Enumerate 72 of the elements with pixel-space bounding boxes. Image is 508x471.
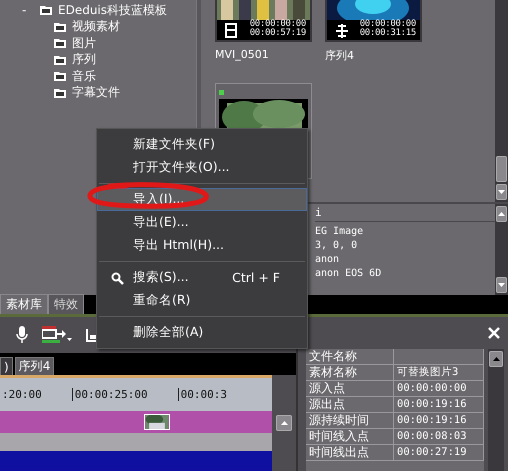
folder-icon bbox=[54, 38, 66, 48]
clip-thumbnail[interactable]: 00:00:00:00 00:00:57:19 bbox=[215, 0, 312, 42]
property-value: 00:00:08:03 bbox=[394, 429, 484, 445]
clip-timecode: 00:00:00:00 00:00:57:19 bbox=[250, 20, 306, 38]
property-name: 素材名称 bbox=[306, 365, 394, 381]
sequence-tab[interactable]: ) bbox=[0, 357, 13, 375]
scrollbar[interactable] bbox=[495, 0, 508, 202]
folder-label[interactable]: 视频素材 bbox=[72, 18, 120, 36]
microphone-icon bbox=[16, 326, 28, 344]
menu-item[interactable]: 重命名(R) bbox=[97, 289, 307, 312]
property-value: 00:00:19:16 bbox=[394, 413, 484, 429]
shortcut-text: Ctrl + F bbox=[232, 270, 280, 285]
audio-track[interactable] bbox=[0, 433, 272, 451]
close-icon[interactable] bbox=[488, 327, 500, 339]
down-arrow-icon bbox=[498, 190, 505, 194]
property-text: 3, 0, 0 bbox=[315, 239, 358, 253]
up-arrow-icon bbox=[498, 212, 505, 216]
property-name: 时间线出点 bbox=[306, 445, 394, 461]
clip-timecode: 00:00:00:00 00:00:31:15 bbox=[360, 20, 416, 38]
panel-tab[interactable]: 素材库 bbox=[0, 294, 48, 314]
property-value: 00:00:27:19 bbox=[394, 445, 484, 461]
property-name: 源入点 bbox=[306, 381, 394, 397]
folder-icon bbox=[54, 54, 66, 65]
title-track[interactable] bbox=[0, 451, 272, 471]
up-arrow-icon bbox=[492, 357, 500, 361]
sequence-tab[interactable]: 序列4 bbox=[14, 357, 54, 375]
folder-label[interactable]: 字幕文件 bbox=[72, 84, 120, 102]
property-name: 时间线入点 bbox=[306, 429, 394, 445]
folder-label[interactable]: EDeduis科技蓝模板 bbox=[58, 2, 168, 19]
ruler-label: 00:00:25:00 bbox=[72, 388, 148, 401]
property-value: 可替换图片3 bbox=[394, 365, 484, 381]
folder-label[interactable]: 序列 bbox=[72, 51, 96, 68]
panel-tab[interactable]: 特效 bbox=[48, 294, 84, 314]
ruler-label: 00:00:3 bbox=[178, 388, 227, 401]
ruler-label: :20:00 bbox=[1, 388, 42, 401]
property-value: 00:00:19:16 bbox=[394, 397, 484, 413]
menu-item[interactable]: 搜索(S)... Ctrl + F bbox=[97, 266, 307, 289]
up-arrow-icon bbox=[280, 421, 288, 425]
column-header: i bbox=[315, 206, 322, 219]
film-icon bbox=[225, 23, 237, 38]
down-arrow-icon bbox=[498, 283, 505, 287]
folder-label[interactable]: 图片 bbox=[72, 34, 96, 52]
menu-item[interactable]: 打开文件夹(O)... bbox=[97, 156, 307, 179]
menu-item[interactable]: 导出(E)... bbox=[97, 211, 307, 234]
clip-thumbnail[interactable]: 00:00:00:00 00:00:31:15 bbox=[325, 0, 422, 42]
property-text: anon bbox=[315, 253, 340, 267]
sequence-icon bbox=[335, 24, 349, 38]
collapse-toggle[interactable]: - bbox=[22, 3, 34, 18]
scrollbar[interactable] bbox=[495, 204, 508, 295]
scroll-thumb[interactable] bbox=[496, 156, 507, 182]
property-name: 源持续时间 bbox=[306, 413, 394, 429]
time-ruler[interactable]: :20:00 00:00:25:00 00:00:3 bbox=[0, 375, 272, 411]
folder-icon bbox=[40, 5, 52, 16]
property-value: 00:00:00:00 bbox=[394, 381, 484, 397]
menu-label: 搜索(S)... bbox=[133, 269, 189, 286]
menu-item[interactable]: 删除全部(A) bbox=[97, 321, 307, 344]
clip-name: 序列4 bbox=[325, 48, 355, 63]
export-icon bbox=[42, 326, 72, 344]
folder-icon bbox=[54, 22, 66, 32]
folder-label[interactable]: 音乐 bbox=[72, 68, 96, 85]
folder-icon bbox=[54, 71, 66, 82]
property-text: anon EOS 6D bbox=[315, 267, 382, 281]
menu-item[interactable]: 新建文件夹(F) bbox=[97, 133, 307, 156]
property-text: EG Image bbox=[315, 225, 364, 239]
menu-item[interactable]: 导出 Html(H)... bbox=[97, 234, 307, 257]
clip-name: MVI_0501 bbox=[215, 48, 270, 61]
video-track[interactable] bbox=[0, 411, 272, 433]
scrollbar[interactable] bbox=[488, 349, 504, 471]
property-name: 源出点 bbox=[306, 397, 394, 413]
folder-icon bbox=[54, 88, 66, 98]
property-name: 文件名称 bbox=[306, 349, 394, 365]
search-icon bbox=[111, 272, 124, 285]
